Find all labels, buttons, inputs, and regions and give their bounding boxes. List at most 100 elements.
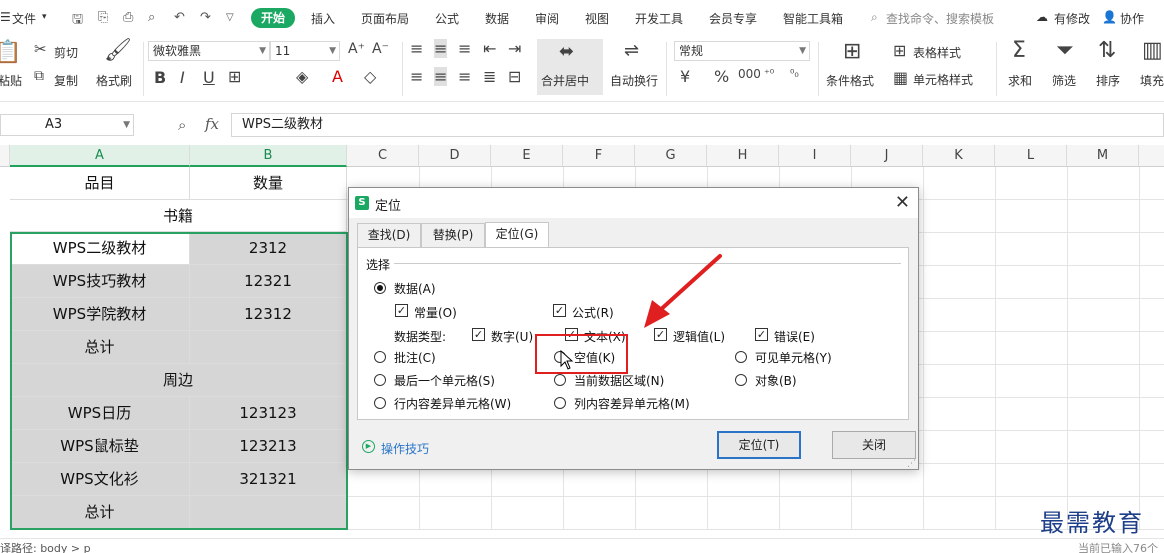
- tab-replace[interactable]: 替换(P): [421, 223, 485, 247]
- column-header-c[interactable]: C: [347, 145, 419, 167]
- tab-data[interactable]: 数据: [485, 10, 509, 27]
- cell-style-icon[interactable]: ▦: [893, 68, 908, 87]
- align-right-icon[interactable]: ≡: [458, 67, 471, 86]
- preview-icon[interactable]: ⌕: [148, 10, 155, 25]
- filter-button[interactable]: 筛选: [1052, 72, 1076, 89]
- merge-center-button[interactable]: ⬌ 合并居中: [537, 39, 603, 95]
- sum-button[interactable]: 求和: [1008, 72, 1032, 89]
- radio-data[interactable]: [374, 282, 386, 294]
- column-header-a[interactable]: A: [10, 145, 190, 167]
- collab-button[interactable]: 协作: [1120, 10, 1144, 27]
- indent-increase-icon[interactable]: ⇥: [508, 39, 521, 58]
- copy-button[interactable]: 复制: [54, 72, 78, 89]
- menu-file[interactable]: 文件: [12, 10, 36, 27]
- paste-button[interactable]: 粘贴: [0, 72, 22, 89]
- tab-member[interactable]: 会员专享: [709, 10, 757, 27]
- sum-icon[interactable]: Σ: [1012, 38, 1026, 63]
- tab-developer[interactable]: 开发工具: [635, 10, 683, 27]
- percent-icon[interactable]: %: [714, 67, 729, 86]
- thousands-icon[interactable]: 000: [738, 67, 761, 81]
- column-header-j[interactable]: J: [851, 145, 923, 167]
- zoom-icon[interactable]: ⌕: [178, 116, 186, 134]
- table-style-icon[interactable]: ⊞: [893, 41, 906, 60]
- fill-button[interactable]: 填充: [1140, 72, 1164, 89]
- font-grow-icon[interactable]: A⁺: [348, 41, 365, 57]
- align-top-icon[interactable]: ≡: [410, 39, 423, 58]
- close-button[interactable]: 关闭: [832, 431, 916, 459]
- cell-b1[interactable]: 数量: [190, 167, 347, 200]
- conditional-format-icon[interactable]: ⊞: [843, 39, 861, 64]
- paste-icon[interactable]: 📋: [0, 40, 21, 65]
- wrap-text-icon[interactable]: ⇌: [624, 40, 639, 61]
- radio-last-cell[interactable]: [374, 374, 386, 386]
- tab-page-layout[interactable]: 页面布局: [361, 10, 409, 27]
- border-icon[interactable]: ⊞: [228, 67, 241, 86]
- conditional-format-button[interactable]: 条件格式: [826, 72, 874, 89]
- scissors-icon[interactable]: ✂: [34, 40, 47, 58]
- sort-button[interactable]: 排序: [1096, 72, 1120, 89]
- brush-icon[interactable]: 🖌: [104, 38, 132, 63]
- column-header-m[interactable]: M: [1067, 145, 1139, 167]
- copy-icon[interactable]: ⧉: [34, 68, 44, 84]
- bold-icon[interactable]: B: [154, 68, 166, 87]
- column-header-g[interactable]: G: [635, 145, 707, 167]
- radio-row-diff[interactable]: [374, 397, 386, 409]
- number-format-select[interactable]: 常规 ▼: [674, 41, 810, 61]
- cloud-icon[interactable]: ☁: [1036, 10, 1048, 24]
- resize-grip-icon[interactable]: ⋰: [907, 459, 916, 469]
- column-header-k[interactable]: K: [923, 145, 995, 167]
- checkbox-constant[interactable]: ✓: [395, 304, 408, 317]
- distribute-icon[interactable]: ⊟: [508, 67, 521, 86]
- cell-a2-merged[interactable]: 书籍: [10, 200, 347, 232]
- fill-icon[interactable]: ▥: [1142, 38, 1163, 63]
- align-middle-icon[interactable]: ≡: [434, 39, 448, 58]
- column-header-e[interactable]: E: [491, 145, 563, 167]
- decimal-decrease-icon[interactable]: ⁰₀: [790, 67, 799, 80]
- sort-icon[interactable]: ⇅: [1098, 38, 1116, 63]
- redo-icon[interactable]: ↷: [200, 10, 211, 25]
- italic-icon[interactable]: I: [180, 68, 185, 87]
- currency-icon[interactable]: ¥: [680, 67, 690, 86]
- dialog-titlebar[interactable]: S 定位 ✕: [349, 188, 918, 218]
- tab-view[interactable]: 视图: [585, 10, 609, 27]
- export-icon[interactable]: ⎘: [98, 10, 108, 25]
- customize-icon[interactable]: ▽: [226, 12, 234, 23]
- undo-icon[interactable]: ↶: [174, 10, 185, 25]
- align-bottom-icon[interactable]: ≡: [458, 39, 471, 58]
- play-icon[interactable]: ▶: [362, 440, 375, 453]
- tab-smart-toolbox[interactable]: 智能工具箱: [783, 10, 843, 27]
- align-left-icon[interactable]: ≡: [410, 67, 423, 86]
- tab-insert[interactable]: 插入: [311, 10, 335, 27]
- tab-goto[interactable]: 定位(G): [485, 222, 549, 248]
- close-icon[interactable]: ✕: [895, 192, 910, 213]
- decimal-increase-icon[interactable]: ⁺⁰: [764, 67, 774, 80]
- print-icon[interactable]: ⎙: [123, 10, 133, 25]
- radio-object[interactable]: [735, 374, 747, 386]
- fx-icon[interactable]: fx: [205, 115, 219, 133]
- checkbox-formula[interactable]: ✓: [553, 304, 566, 317]
- column-header-d[interactable]: D: [419, 145, 491, 167]
- table-style-button[interactable]: 表格样式: [913, 44, 961, 61]
- underline-icon[interactable]: U: [203, 68, 215, 87]
- save-icon[interactable]: 🖫: [72, 10, 83, 32]
- column-header-f[interactable]: F: [563, 145, 635, 167]
- search-icon[interactable]: ⌕: [871, 10, 878, 25]
- font-color-icon[interactable]: A: [332, 67, 343, 86]
- cut-button[interactable]: 剪切: [54, 44, 78, 61]
- menu-icon[interactable]: ☰: [0, 10, 11, 24]
- column-header-i[interactable]: I: [779, 145, 851, 167]
- search-command[interactable]: 查找命令、搜索模板: [886, 10, 994, 27]
- select-all-corner[interactable]: [0, 145, 10, 167]
- tab-find[interactable]: 查找(D): [357, 223, 421, 247]
- formula-input[interactable]: WPS二级教材: [231, 113, 1164, 137]
- font-name-select[interactable]: 微软雅黑 ▼: [148, 41, 270, 61]
- radio-comment[interactable]: [374, 351, 386, 363]
- user-icon[interactable]: 👤: [1102, 10, 1117, 24]
- align-center-icon[interactable]: ≡: [434, 67, 448, 86]
- radio-col-diff[interactable]: [554, 397, 566, 409]
- cell-style-button[interactable]: 单元格样式: [913, 71, 973, 88]
- tips-link[interactable]: 操作技巧: [381, 440, 429, 457]
- tab-review[interactable]: 审阅: [535, 10, 559, 27]
- chevron-down-icon[interactable]: ▾: [42, 12, 47, 22]
- fill-color-icon[interactable]: ◈: [296, 67, 308, 86]
